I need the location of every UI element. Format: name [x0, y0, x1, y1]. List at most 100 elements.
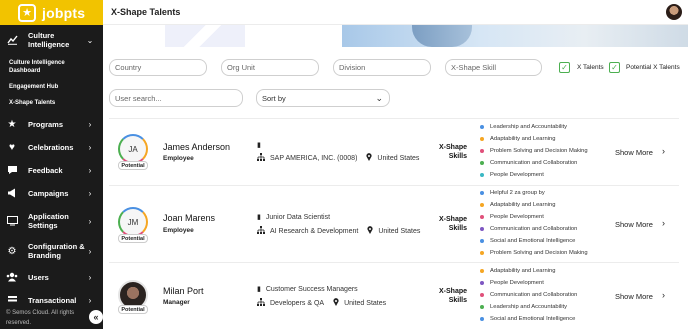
- sidebar-item-label: Feedback: [28, 165, 63, 175]
- location-pin-icon: [333, 298, 339, 308]
- talent-card[interactable]: Potential Milan Port Manager ▮ Customer …: [109, 262, 679, 329]
- sidebar-item-label: Culture Intelligence: [28, 31, 70, 49]
- person-name[interactable]: Joan Marens: [163, 213, 215, 223]
- chevron-right-icon: ›: [88, 272, 92, 282]
- division-filter[interactable]: Division: [333, 59, 431, 76]
- skill-label: Problem Solving and Decision Making: [490, 250, 588, 256]
- user-search-input[interactable]: User search...: [109, 89, 243, 107]
- skill-dot: [480, 191, 484, 195]
- chevron-right-icon: ›: [88, 165, 92, 175]
- talent-card[interactable]: JA Potential James Anderson Employee ▮ S…: [109, 118, 679, 185]
- skill-item: Adaptability and Learning: [480, 268, 555, 274]
- sidebar-item-label: Celebrations: [28, 142, 74, 152]
- skill-item: Adaptability and Learning: [480, 202, 555, 208]
- sidebar-item-label: Programs: [28, 119, 64, 129]
- skill-dot: [480, 125, 484, 129]
- sidebar-item-feedback[interactable]: Feedback ›: [0, 163, 103, 177]
- skill-item: Communication and Collaboration: [480, 292, 577, 298]
- chevron-down-icon: ⌄: [86, 35, 94, 45]
- skill-dot: [480, 215, 484, 219]
- show-more-button[interactable]: Show More: [615, 292, 653, 301]
- sidebar-item-label: Configuration & Branding: [28, 242, 85, 260]
- skill-label: Social and Emotional Intelligence: [490, 238, 576, 244]
- job-title: Junior Data Scientist: [265, 213, 331, 221]
- copyright-text: © Semos Cloud. All rights reserved.: [6, 310, 75, 326]
- sidebar-subitem-xshape-talents[interactable]: X-Shape Talents: [9, 100, 94, 108]
- org-unit: SAP AMERICA, INC. (0008): [270, 154, 358, 162]
- potential-badge: Potential: [118, 161, 148, 170]
- chevron-right-icon[interactable]: ›: [662, 290, 665, 300]
- location: United States: [378, 227, 421, 235]
- talent-card[interactable]: JM Potential Joan Marens Employee ▮ Juni…: [109, 185, 679, 262]
- skill-item: Communication and Collaboration: [480, 160, 577, 166]
- skill-label: Communication and Collaboration: [490, 160, 578, 166]
- sidebar-item-transactional[interactable]: Transactional ›: [0, 293, 103, 307]
- person-role: Employee: [163, 155, 194, 162]
- brand-name: jobpts: [42, 4, 86, 21]
- skill-label: Problem Solving and Decision Making: [490, 148, 588, 154]
- sidebar-item-celebrations[interactable]: ♥ Celebrations ›: [0, 140, 103, 154]
- skill-item: Helpful 2 za group by: [480, 190, 545, 196]
- skill-dot: [480, 149, 484, 153]
- sidebar-item-programs[interactable]: ★ Programs ›: [0, 117, 103, 131]
- chevron-down-icon: ⌄: [375, 93, 383, 103]
- sort-by-select[interactable]: Sort by ⌄: [256, 89, 390, 107]
- id-badge-icon: ▮: [257, 286, 261, 293]
- sidebar-subitem-dashboard[interactable]: Culture Intelligence Dashboard: [9, 60, 94, 75]
- sidebar-item-campaigns[interactable]: Campaigns ›: [0, 186, 103, 200]
- person-name[interactable]: Milan Port: [163, 286, 204, 296]
- chart-icon: [6, 34, 18, 46]
- chevron-right-icon: ›: [88, 216, 92, 226]
- skill-dot: [480, 137, 484, 141]
- person-name[interactable]: James Anderson: [163, 142, 230, 152]
- skill-dot: [480, 305, 484, 309]
- sidebar-item-label: Transactional: [28, 295, 77, 305]
- chevron-right-icon: ›: [88, 188, 92, 198]
- chevron-right-icon: ›: [88, 246, 92, 256]
- page-title: X-Shape Talents: [111, 7, 181, 17]
- skill-item: Communication and Collaboration: [480, 226, 577, 232]
- skill-label: Social and Emotional Intelligence: [490, 316, 576, 322]
- chevron-right-icon[interactable]: ›: [662, 218, 665, 228]
- sidebar-item-application-settings[interactable]: Application Settings ›: [0, 211, 103, 231]
- chevron-right-icon: ›: [88, 142, 92, 152]
- skill-dot: [480, 281, 484, 285]
- show-more-button[interactable]: Show More: [615, 220, 653, 229]
- sidebar-item-configuration-branding[interactable]: ⚙ Configuration & Branding ›: [0, 241, 103, 261]
- location: United States: [344, 299, 387, 307]
- sidebar-item-culture-intelligence[interactable]: Culture Intelligence ⌄: [0, 30, 103, 50]
- skill-label: Communication and Collaboration: [490, 292, 578, 298]
- potential-x-talents-checkbox[interactable]: ✓: [609, 62, 620, 73]
- skill-item: Leadership and Accountability: [480, 124, 567, 130]
- x-talents-checkbox[interactable]: ✓: [559, 62, 570, 73]
- star-icon: ★: [7, 118, 17, 130]
- skill-dot: [480, 227, 484, 231]
- xshape-skills-label: X-Shape Skills: [439, 216, 468, 232]
- org-unit-filter[interactable]: Org Unit: [221, 59, 319, 76]
- double-chevron-left-icon[interactable]: «: [89, 310, 103, 324]
- show-more-button[interactable]: Show More: [615, 148, 653, 157]
- xshape-skills-label: X-Shape Skills: [439, 288, 468, 304]
- avatar[interactable]: [666, 4, 682, 20]
- skill-label: Helpful 2 za group by: [490, 190, 545, 196]
- country-filter[interactable]: Country: [109, 59, 207, 76]
- sidebar-subitem-engagement-hub[interactable]: Engagement Hub: [9, 84, 94, 92]
- megaphone-icon: [6, 187, 18, 199]
- sidebar-item-label: Campaigns: [28, 188, 69, 198]
- skill-dot: [480, 173, 484, 177]
- sidebar-item-users[interactable]: Users ›: [0, 270, 103, 284]
- chevron-right-icon[interactable]: ›: [662, 146, 665, 156]
- xshape-skill-filter[interactable]: X-Shape Skill: [445, 59, 542, 76]
- avatar: JM: [118, 207, 148, 237]
- sidebar: ★ jobpts Culture Intelligence ⌄ Culture …: [0, 0, 103, 329]
- org-row: AI Research & Development United States: [257, 226, 420, 236]
- monitor-icon: [6, 215, 18, 227]
- job-title-row: ▮: [257, 141, 266, 149]
- skill-item: People Development: [480, 214, 544, 220]
- stack-icon: [6, 294, 18, 306]
- brand-bar[interactable]: ★ jobpts: [0, 0, 103, 25]
- job-title-row: ▮ Junior Data Scientist: [257, 213, 331, 222]
- potential-badge: Potential: [118, 234, 148, 243]
- skill-item: People Development: [480, 280, 544, 286]
- potential-x-talents-label: Potential X Talents: [626, 64, 680, 71]
